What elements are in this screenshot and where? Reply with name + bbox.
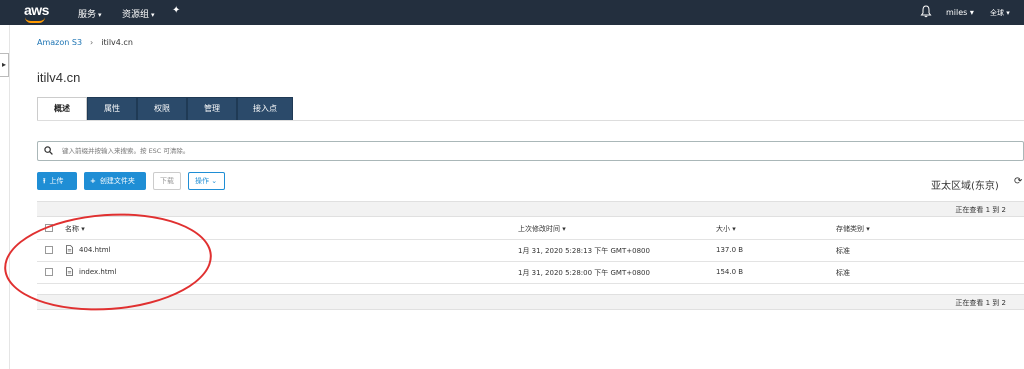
file-storage-class: 标准 [836, 247, 850, 255]
search-icon [44, 146, 53, 155]
viewing-count-text: 正在查看 1 到 2 [955, 299, 1006, 307]
breadcrumb-separator: › [90, 38, 94, 47]
sort-icon: ▾ [864, 225, 870, 233]
create-folder-button[interactable]: + 创建文件夹 [84, 172, 146, 190]
column-modified[interactable]: 上次修改时间 ▾ [518, 224, 566, 234]
operations-button[interactable]: 操作 ⌄ [188, 172, 225, 190]
tab-properties[interactable]: 属性 [87, 97, 137, 121]
page-title: itilv4.cn [37, 70, 81, 85]
chevron-down-icon: ▾ [151, 11, 155, 19]
region-label: 全球 [990, 9, 1004, 17]
upload-icon: ⭱ [43, 177, 46, 185]
tab-access-points[interactable]: 接入点 [237, 97, 293, 121]
region-menu[interactable]: 全球 ▾ [990, 8, 1010, 18]
breadcrumb: Amazon S3 › itilv4.cn [37, 38, 133, 47]
sidebar-toggle-icon[interactable]: ▸ [0, 53, 9, 77]
file-size: 154.0 B [716, 268, 744, 276]
column-size[interactable]: 大小 ▾ [716, 224, 736, 234]
bucket-tabs: 概述 属性 权限 管理 接入点 [37, 97, 293, 121]
file-modified: 1月 31, 2020 5:28:13 下午 GMT+0800 [518, 247, 650, 255]
viewing-count-text: 正在查看 1 到 2 [955, 206, 1006, 214]
upload-label: 上传 [49, 177, 64, 185]
refresh-icon[interactable]: ⟳ [1014, 176, 1022, 187]
create-folder-label: 创建文件夹 [99, 177, 135, 185]
tab-management[interactable]: 管理 [187, 97, 237, 121]
search-input[interactable] [62, 145, 962, 157]
operations-label: 操作 [195, 177, 209, 185]
resource-groups-menu[interactable]: 资源组 ▾ [122, 7, 155, 20]
download-button[interactable]: 下载 [153, 172, 181, 190]
download-label: 下载 [160, 177, 174, 185]
file-modified: 1月 31, 2020 5:28:00 下午 GMT+0800 [518, 269, 650, 277]
services-menu[interactable]: 服务 ▾ [78, 7, 102, 20]
file-storage-class: 标准 [836, 269, 850, 277]
sort-icon: ▾ [730, 225, 736, 233]
viewing-count-top: 正在查看 1 到 2 [37, 201, 1024, 217]
bucket-region: 亚太区域(东京) [931, 181, 999, 192]
user-name: miles [946, 8, 968, 17]
aws-logo-smile [25, 17, 45, 23]
viewing-count-bottom: 正在查看 1 到 2 [37, 294, 1024, 310]
top-nav-bar: aws 服务 ▾ 资源组 ▾ ✦ miles ▾ 全球 ▾ [0, 0, 1024, 25]
column-storage-class[interactable]: 存储类别 ▾ [836, 224, 870, 234]
bell-icon[interactable] [920, 5, 932, 18]
upload-button[interactable]: ⭱ 上传 [37, 172, 77, 190]
column-storage-class-label: 存储类别 [836, 225, 864, 233]
chevron-down-icon: ▾ [98, 11, 102, 19]
services-label: 服务 [78, 10, 97, 20]
column-modified-label: 上次修改时间 [518, 225, 560, 233]
chevron-down-icon: ⌄ [209, 177, 218, 185]
tab-overview[interactable]: 概述 [37, 97, 87, 121]
pin-icon[interactable]: ✦ [172, 5, 180, 16]
search-box [37, 141, 1024, 161]
chevron-down-icon: ▾ [1004, 9, 1010, 17]
plus-icon: + [90, 177, 96, 185]
file-size: 137.0 B [716, 246, 744, 254]
tab-divider [37, 120, 1024, 121]
column-size-label: 大小 [716, 225, 730, 233]
resource-groups-label: 资源组 [122, 10, 150, 20]
chevron-down-icon: ▾ [967, 8, 974, 17]
breadcrumb-current: itilv4.cn [101, 38, 133, 47]
sort-icon: ▾ [560, 225, 566, 233]
aws-logo[interactable]: aws [24, 2, 49, 18]
breadcrumb-amazon-s3[interactable]: Amazon S3 [37, 38, 82, 47]
tab-permissions[interactable]: 权限 [137, 97, 187, 121]
user-menu[interactable]: miles ▾ [946, 8, 974, 17]
